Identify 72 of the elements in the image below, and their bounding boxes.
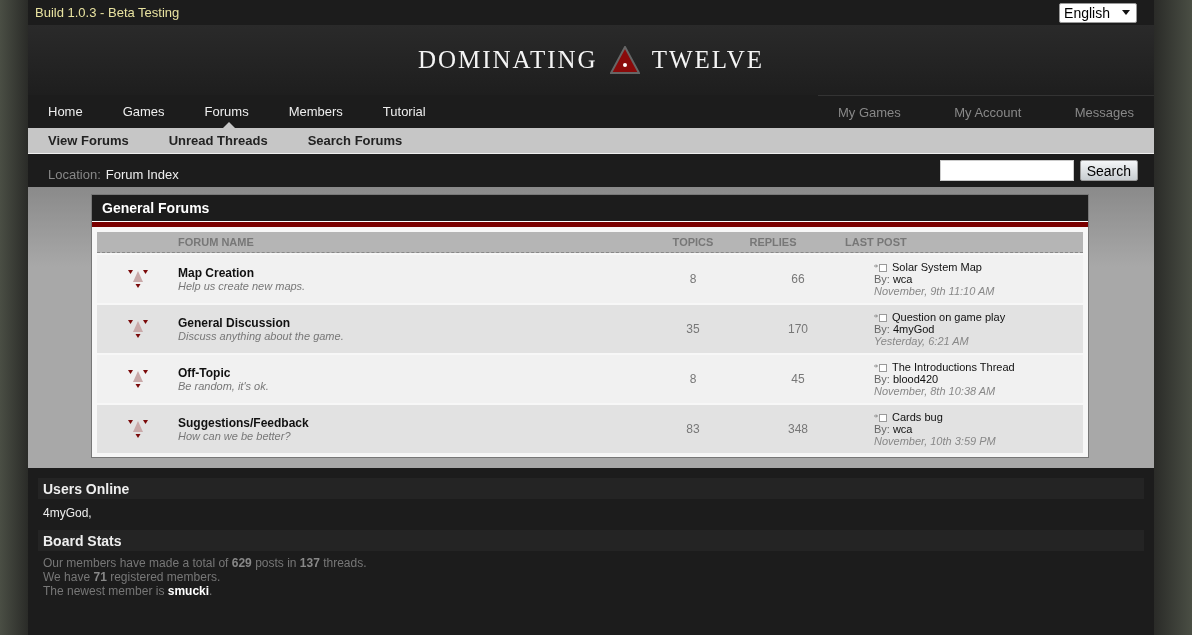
stats-line: We have 71 registered members. (43, 570, 222, 584)
sub-nav-link[interactable]: Unread Threads (168, 133, 268, 148)
post-icon (874, 412, 887, 422)
stats-line: Our members have made a total of 629 posts in 137 threads. (43, 556, 368, 570)
language-select[interactable]: English (1059, 2, 1137, 23)
author-link[interactable]: blood420 (892, 373, 939, 385)
account-link[interactable]: My Games (838, 104, 901, 120)
by-label: By: (874, 423, 890, 435)
search-field[interactable] (939, 160, 1074, 181)
sub-nav-link[interactable]: Search Forums (307, 133, 403, 148)
forum-description: Help us create new maps. (178, 280, 307, 292)
by-label: By: (874, 323, 890, 335)
post-time: November, 8th 10:38 AM (874, 385, 997, 397)
nav-tab[interactable]: Tutorial (382, 95, 446, 128)
post-time: November, 9th 11:10 AM (874, 285, 996, 297)
account-link[interactable]: Messages (1074, 104, 1134, 120)
topics-count: 35 (685, 322, 701, 336)
logo-text: DOMINATING (417, 46, 598, 74)
last-post-link[interactable]: The Introductions Thread (892, 361, 1015, 373)
sub-nav-link[interactable]: View Forums (48, 133, 129, 148)
forum-description: How can we be better? (178, 430, 292, 442)
online-users: 4myGod, (42, 505, 93, 522)
forum-name-link[interactable]: Off-Topic (178, 366, 648, 380)
triangles-icon (127, 320, 148, 338)
forum-name-link[interactable]: Map Creation (178, 266, 648, 280)
search-button[interactable]: Search (1079, 160, 1138, 181)
by-label: By: (874, 273, 890, 285)
post-icon (874, 362, 887, 372)
replies-count: 45 (790, 372, 806, 386)
forum-name-link[interactable]: Suggestions/Feedback (178, 416, 648, 430)
column-header: TOPICS (671, 236, 715, 248)
stats-line: The newest member is smucki. (43, 584, 214, 598)
topics-count: 83 (685, 422, 701, 436)
post-time: Yesterday, 6:21 AM (874, 335, 970, 347)
last-post-link[interactable]: Cards bug (892, 411, 943, 423)
nav-tab[interactable]: Games (122, 95, 185, 128)
topics-count: 8 (688, 272, 698, 286)
post-time: November, 10th 3:59 PM (874, 435, 997, 447)
logo-text: TWELVE (651, 46, 765, 74)
nav-tab[interactable]: Home (48, 95, 103, 128)
location-label: Location: (48, 167, 101, 182)
section-title: General Forums (102, 200, 210, 216)
triangles-icon (127, 270, 148, 288)
forum-description: Discuss anything about the game. (178, 330, 345, 342)
column-header: REPLIES (748, 236, 798, 248)
account-link[interactable]: My Account (954, 104, 1022, 120)
author-link[interactable]: wca (892, 423, 913, 435)
build-label: Build 1.0.3 - Beta Testing (35, 5, 180, 20)
author-link[interactable]: wca (892, 273, 913, 285)
column-header: FORUM NAME (178, 236, 255, 248)
topics-count: 8 (688, 372, 698, 386)
replies-count: 170 (787, 322, 809, 336)
nav-tab[interactable]: Members (288, 95, 363, 128)
triangles-icon (127, 420, 148, 438)
replies-count: 348 (787, 422, 809, 436)
location-link[interactable]: Forum Index (105, 167, 179, 182)
section-title: Board Stats (43, 532, 122, 549)
replies-count: 66 (790, 272, 806, 286)
last-post-link[interactable]: Question on game play (892, 311, 1006, 323)
nav-tab[interactable]: Forums (204, 95, 269, 128)
author-link[interactable]: 4myGod (892, 323, 935, 335)
forum-description: Be random, it's ok. (178, 380, 270, 392)
by-label: By: (874, 373, 890, 385)
post-icon (874, 262, 887, 272)
last-post-link[interactable]: Solar System Map (892, 261, 982, 273)
triangles-icon (127, 370, 148, 388)
caret-icon (1122, 10, 1130, 15)
post-icon (874, 312, 887, 322)
forum-name-link[interactable]: General Discussion (178, 316, 648, 330)
section-title: Users Online (43, 480, 130, 497)
column-header: LAST POST (844, 236, 908, 248)
triangle-logo-icon (609, 46, 640, 74)
